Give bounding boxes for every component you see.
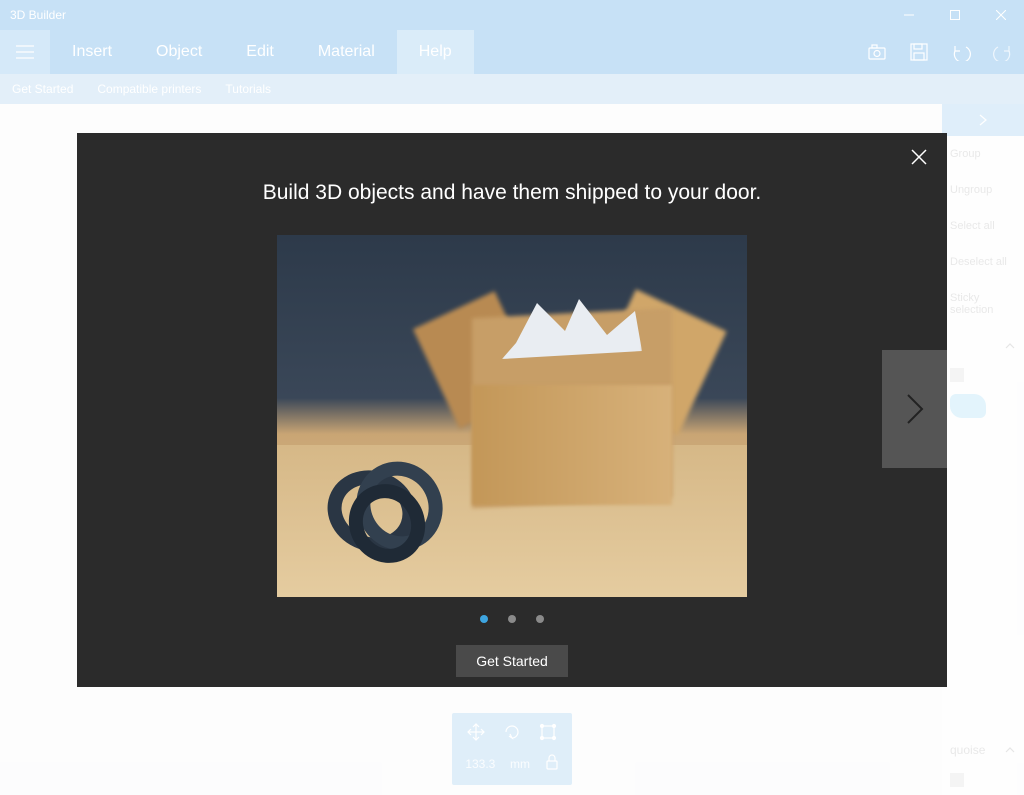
app-window: 3D Builder Insert Object Edit Material H… — [0, 0, 1024, 795]
modal-next-button[interactable] — [882, 350, 947, 468]
get-started-button[interactable]: Get Started — [456, 645, 568, 677]
welcome-modal: Build 3D objects and have them shipped t… — [77, 133, 947, 687]
pager-dot-2[interactable] — [508, 615, 516, 623]
modal-close-button[interactable] — [911, 149, 927, 170]
modal-hero-image — [277, 235, 747, 597]
modal-title: Build 3D objects and have them shipped t… — [263, 181, 761, 205]
modal-pager — [480, 615, 544, 623]
pager-dot-1[interactable] — [480, 615, 488, 623]
pager-dot-3[interactable] — [536, 615, 544, 623]
